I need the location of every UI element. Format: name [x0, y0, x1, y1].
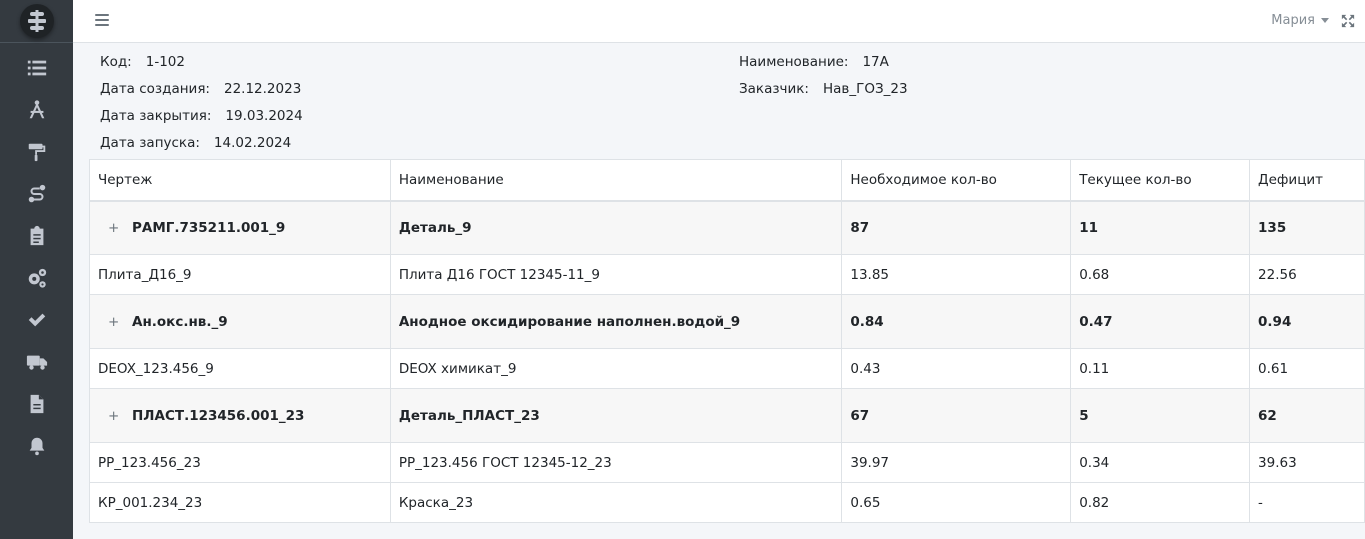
name-value: 17А — [862, 54, 889, 70]
table-row: КР_001.234_23 Краска_23 0.65 0.82 - — [89, 482, 1365, 523]
column-header-current-qty[interactable]: Текущее кол-во — [1070, 159, 1251, 202]
code-label: Код: — [100, 54, 132, 70]
customer-label: Заказчик: — [739, 81, 809, 97]
route-icon[interactable] — [0, 177, 73, 211]
file-pdf-icon[interactable] — [0, 387, 73, 421]
closed-label: Дата закрытия: — [100, 108, 212, 124]
table-row-group[interactable]: + Ан.окс.нв._9 Анодное оксидирование напо… — [89, 294, 1365, 349]
launch-row: Дата запуска: 14.02.2024 — [100, 135, 291, 151]
brand-logo — [19, 4, 54, 38]
cell-required-qty: 0.84 — [841, 294, 1072, 349]
user-menu[interactable]: Мария — [1271, 13, 1329, 28]
table-row-group[interactable]: + РАМГ.735211.001_9 Деталь_9 87 11 135 — [89, 200, 1365, 255]
cell-current-qty: 0.34 — [1070, 442, 1251, 483]
fullscreen-icon[interactable] — [1341, 13, 1357, 29]
table-row: РР_123.456_23 РР_123.456 ГОСТ 12345-12_2… — [89, 442, 1365, 483]
customer-value: Нав_ГОЗ_23 — [823, 81, 908, 97]
launch-label: Дата запуска: — [100, 135, 200, 151]
column-header-drawing[interactable]: Чертеж — [89, 159, 391, 202]
code-row: Код: 1-102 — [100, 54, 185, 70]
cell-drawing: + РАМГ.735211.001_9 — [89, 200, 391, 255]
column-header-name[interactable]: Наименование — [389, 159, 843, 202]
cell-deficit: 39.63 — [1249, 442, 1365, 483]
truck-icon[interactable] — [0, 345, 73, 379]
cell-name: Плита Д16 ГОСТ 12345-11_9 — [389, 254, 843, 295]
cell-required-qty: 0.43 — [841, 348, 1072, 389]
cell-deficit: 0.94 — [1249, 294, 1365, 349]
paint-roller-icon[interactable] — [0, 135, 73, 169]
cell-drawing: DEOX_123.456_9 — [89, 348, 391, 389]
order-info: Код: 1-102 Дата создания: 22.12.2023 Дата … — [89, 51, 1365, 159]
cell-current-qty: 0.47 — [1070, 294, 1251, 349]
expand-plus-icon[interactable]: + — [108, 220, 119, 236]
cell-drawing: РР_123.456_23 — [89, 442, 391, 483]
expand-plus-icon[interactable]: + — [108, 408, 119, 424]
expand-plus-icon[interactable]: + — [108, 314, 119, 330]
launch-value: 14.02.2024 — [213, 135, 292, 151]
cell-current-qty: 0.11 — [1070, 348, 1251, 389]
table-row: DEOX_123.456_9 DEOX химикат_9 0.43 0.11 … — [89, 348, 1365, 389]
check-icon[interactable] — [0, 303, 73, 337]
name-label: Наименование: — [739, 54, 849, 70]
cell-current-qty: 11 — [1070, 200, 1251, 255]
cell-current-qty: 5 — [1070, 388, 1251, 443]
cell-required-qty: 13.85 — [841, 254, 1072, 295]
menu-toggle-icon[interactable] — [95, 12, 109, 28]
brand[interactable] — [0, 0, 73, 43]
top-navbar: Мария — [73, 0, 1365, 43]
cell-deficit: 62 — [1249, 388, 1365, 443]
cell-required-qty: 87 — [841, 200, 1072, 255]
column-header-required-qty[interactable]: Необходимое кол-во — [841, 159, 1072, 202]
created-row: Дата создания: 22.12.2023 — [100, 81, 301, 97]
created-label: Дата создания: — [100, 81, 210, 97]
deficit-table: Чертеж Наименование Необходимое кол-во Т… — [89, 159, 1365, 523]
cogs-icon[interactable] — [0, 261, 73, 295]
cell-name: РР_123.456 ГОСТ 12345-12_23 — [389, 442, 843, 483]
compass-drafting-icon[interactable] — [0, 93, 73, 127]
clipboard-icon[interactable] — [0, 219, 73, 253]
cell-name: Анодное оксидирование наполнен.водой_9 — [389, 294, 843, 349]
cell-drawing: КР_001.234_23 — [89, 482, 391, 523]
closed-value: 19.03.2024 — [225, 108, 303, 124]
table-header-row: Чертеж Наименование Необходимое кол-во Т… — [89, 159, 1365, 202]
closed-row: Дата закрытия: 19.03.2024 — [100, 108, 303, 124]
cell-name: Деталь_ПЛАСТ_23 — [389, 388, 843, 443]
cell-deficit: 22.56 — [1249, 254, 1365, 295]
cell-drawing-text: Ан.окс.нв._9 — [132, 313, 228, 330]
user-name: Мария — [1271, 13, 1315, 28]
cell-required-qty: 0.65 — [841, 482, 1072, 523]
cell-current-qty: 0.82 — [1070, 482, 1251, 523]
cell-drawing-text: РАМГ.735211.001_9 — [132, 219, 286, 236]
cell-name: Краска_23 — [389, 482, 843, 523]
cell-required-qty: 67 — [841, 388, 1072, 443]
cell-drawing: + ПЛАСТ.123456.001_23 — [89, 388, 391, 443]
column-header-deficit[interactable]: Дефицит — [1249, 159, 1365, 202]
table-row-group[interactable]: + ПЛАСТ.123456.001_23 Деталь_ПЛАСТ_23 67 … — [89, 388, 1365, 443]
list-icon[interactable] — [0, 51, 73, 85]
cell-deficit: - — [1249, 482, 1365, 523]
customer-row: Заказчик: Нав_ГОЗ_23 — [739, 81, 908, 97]
cell-deficit: 0.61 — [1249, 348, 1365, 389]
cell-name: Деталь_9 — [389, 200, 843, 255]
sidebar — [0, 0, 73, 539]
cell-drawing-text: ПЛАСТ.123456.001_23 — [132, 407, 305, 424]
cell-current-qty: 0.68 — [1070, 254, 1251, 295]
table-row: Плита_Д16_9 Плита Д16 ГОСТ 12345-11_9 13… — [89, 254, 1365, 295]
cell-required-qty: 39.97 — [841, 442, 1072, 483]
code-value: 1-102 — [145, 54, 185, 70]
cell-drawing: Плита_Д16_9 — [89, 254, 391, 295]
created-value: 22.12.2023 — [223, 81, 302, 97]
name-row: Наименование: 17А — [739, 54, 889, 70]
cell-name: DEOX химикат_9 — [389, 348, 843, 389]
cell-drawing: + Ан.окс.нв._9 — [89, 294, 391, 349]
bell-icon[interactable] — [0, 429, 73, 463]
caret-down-icon — [1321, 18, 1329, 23]
cell-deficit: 135 — [1249, 200, 1365, 255]
